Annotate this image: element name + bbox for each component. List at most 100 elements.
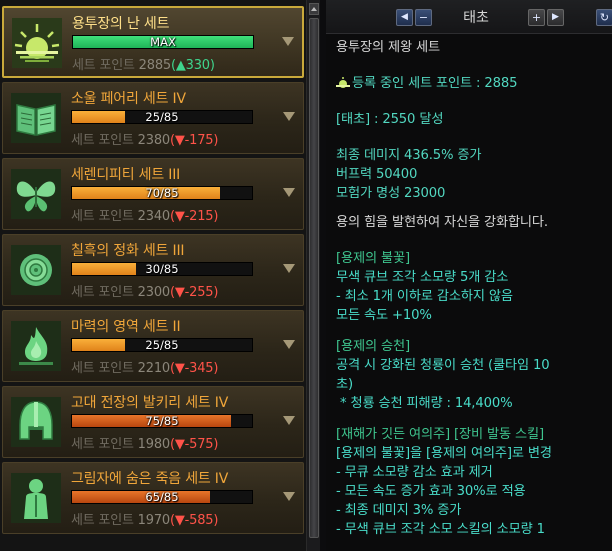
set-points-label: 세트 포인트 (71, 513, 134, 528)
set-points: 세트 포인트 2380(▼-175) (71, 129, 218, 148)
set-progress-text: 65/85 (145, 490, 179, 504)
section-dragon-ascension-line: 초) (336, 377, 353, 392)
prev-tier-button[interactable]: ◀ (396, 9, 413, 26)
section-disaster-orb-line: - 무색 큐브 조각 소모 스킬의 소모량 1 (336, 522, 545, 537)
stat-adventurer-fame: 모험가 명성 23000 (336, 186, 446, 201)
set-list: 용투장의 난 세트 MAX 세트 포인트 2885(▲330) 소울 페어리 세… (0, 0, 306, 551)
set-points-value: 1980 (137, 437, 170, 452)
section-dragon-ascension-line: * 청룡 승천 피해량 : 14,400% (340, 396, 513, 411)
section-dragon-flame-line: - 최소 1개 이하로 감소하지 않음 (336, 289, 513, 304)
scroll-up-button[interactable] (309, 3, 319, 15)
section-disaster-orb-line: - 모든 속도 증가 효과 30%로 적용 (336, 484, 526, 499)
chevron-down-icon[interactable] (283, 112, 295, 121)
set-card-shadow-death[interactable]: 그림자에 숨은 죽음 세트 IV 65/85 세트 포인트 1970(▼-585… (2, 462, 304, 534)
set-points-label: 세트 포인트 (71, 285, 134, 300)
set-points-value: 2340 (137, 209, 170, 224)
set-card-dragon-fighter[interactable]: 용투장의 난 세트 MAX 세트 포인트 2885(▲330) (2, 6, 304, 78)
section-disaster-orb-line: [용제의 불꽃]을 [용제의 여의주]로 변경 (336, 446, 552, 461)
butterfly-icon (11, 169, 61, 219)
set-points: 세트 포인트 2885(▲330) (72, 54, 215, 73)
set-progress-text: 70/85 (145, 186, 179, 200)
registered-points: 등록 중인 세트 포인트 : 2885 (336, 74, 608, 93)
set-progress-text: 25/85 (145, 110, 179, 124)
tier-achieved: [태초] : 2550 달성 (336, 112, 444, 127)
set-points-delta: (▼-175) (169, 133, 219, 148)
section-disaster-orb-line: - 무큐 소모량 감소 효과 제거 (336, 465, 493, 480)
set-points-delta: (▼-345) (169, 361, 219, 376)
set-points: 세트 포인트 1980(▼-575) (71, 433, 218, 452)
refresh-icon[interactable]: ↻ (596, 9, 612, 26)
set-title: 소울 페어리 세트 IV (71, 91, 186, 107)
set-title: 칠흑의 정화 세트 III (71, 243, 185, 259)
increase-tier-button[interactable]: + (528, 9, 545, 26)
stat-final-damage: 최종 데미지 436.5% 증가 (336, 148, 482, 163)
set-points-label: 세트 포인트 (72, 58, 135, 73)
set-detail-panel: ◀ − 태초 + ▶ ↻ 용투장의 제왕 세트 등록 중인 세트 포인트 : 2… (326, 0, 612, 551)
set-progress-text: 25/85 (145, 338, 179, 352)
set-points-value: 1970 (137, 513, 170, 528)
registered-points-text: 등록 중인 세트 포인트 : 2885 (352, 76, 518, 91)
stat-buff-power: 버프력 50400 (336, 167, 418, 182)
set-list-scrollbar[interactable] (306, 0, 320, 551)
set-points: 세트 포인트 2210(▼-345) (71, 357, 218, 376)
set-points-delta: (▼-215) (169, 209, 219, 224)
section-disaster-orb-line: - 최종 데미지 3% 증가 (336, 503, 462, 518)
set-card-black-purification[interactable]: 칠흑의 정화 세트 III 30/85 세트 포인트 2300(▼-255) (2, 234, 304, 306)
set-card-serendipity[interactable]: 세렌디피티 세트 III 70/85 세트 포인트 2340(▼-215) (2, 158, 304, 230)
set-progress-text: 30/85 (145, 262, 179, 276)
section-dragon-flame-title: [용제의 불꽃] (336, 251, 410, 266)
set-points-value: 2300 (137, 285, 170, 300)
sunrise-icon (336, 76, 350, 95)
set-card-soul-fairy[interactable]: 소울 페어리 세트 IV 25/85 세트 포인트 2380(▼-175) (2, 82, 304, 154)
scroll-thumb[interactable] (309, 18, 319, 538)
section-dragon-flame-line: 모든 속도 +10% (336, 308, 432, 323)
set-points: 세트 포인트 2300(▼-255) (71, 281, 218, 300)
next-tier-button[interactable]: ▶ (547, 9, 564, 26)
set-points-label: 세트 포인트 (71, 133, 134, 148)
detail-set-name: 용투장의 제왕 세트 (336, 40, 440, 55)
set-points-label: 세트 포인트 (71, 437, 134, 452)
tier-title: 태초 (463, 10, 489, 26)
set-points-value: 2380 (137, 133, 170, 148)
set-points-delta: (▲330) (170, 58, 215, 73)
set-progress-bar: MAX (72, 35, 254, 49)
set-progress-bar: 30/85 (71, 262, 253, 276)
set-title: 세렌디피티 세트 III (71, 167, 181, 183)
set-points: 세트 포인트 1970(▼-585) (71, 509, 218, 528)
set-title: 고대 전장의 발키리 세트 IV (71, 395, 229, 411)
set-progress-bar: 25/85 (71, 338, 253, 352)
set-card-ancient-valkyrie[interactable]: 고대 전장의 발키리 세트 IV 75/85 세트 포인트 1980(▼-575… (2, 386, 304, 458)
set-points-value: 2210 (137, 361, 170, 376)
set-points-label: 세트 포인트 (71, 209, 134, 224)
set-points: 세트 포인트 2340(▼-215) (71, 205, 218, 224)
chevron-down-icon[interactable] (283, 340, 295, 349)
set-progress-bar: 75/85 (71, 414, 253, 428)
flame-icon (11, 321, 61, 371)
set-title: 그림자에 숨은 죽음 세트 IV (71, 471, 229, 487)
section-dragon-flame-line: 무색 큐브 조각 소모량 5개 감소 (336, 270, 509, 285)
set-title: 마력의 영역 세트 II (71, 319, 181, 335)
set-points-delta: (▼-255) (169, 285, 219, 300)
decrease-tier-button[interactable]: − (415, 9, 432, 26)
set-progress-bar: 65/85 (71, 490, 253, 504)
rose-icon (11, 245, 61, 295)
sunrise-icon (12, 18, 62, 68)
set-points-value: 2885 (138, 58, 171, 73)
set-points-label: 세트 포인트 (71, 361, 134, 376)
set-progress-bar: 25/85 (71, 110, 253, 124)
set-description: 용의 힘을 발현하여 자신을 강화합니다. (336, 215, 548, 230)
set-points-delta: (▼-585) (169, 513, 219, 528)
shadow-figure-icon (11, 473, 61, 523)
section-disaster-orb-title: [재해가 깃든 여의주] [장비 발동 스킬] (336, 427, 544, 442)
chevron-down-icon[interactable] (283, 188, 295, 197)
set-detail-content: 용투장의 제왕 세트 등록 중인 세트 포인트 : 2885 [태초] : 25… (336, 38, 608, 539)
set-progress-text: 75/85 (145, 414, 179, 428)
helmet-icon (11, 397, 61, 447)
set-title: 용투장의 난 세트 (72, 16, 170, 32)
chevron-down-icon[interactable] (283, 416, 295, 425)
chevron-down-icon[interactable] (283, 492, 295, 501)
set-card-magic-domain[interactable]: 마력의 영역 세트 II 25/85 세트 포인트 2210(▼-345) (2, 310, 304, 382)
set-points-delta: (▼-575) (169, 437, 219, 452)
chevron-down-icon[interactable] (283, 264, 295, 273)
chevron-down-icon[interactable] (282, 37, 294, 46)
